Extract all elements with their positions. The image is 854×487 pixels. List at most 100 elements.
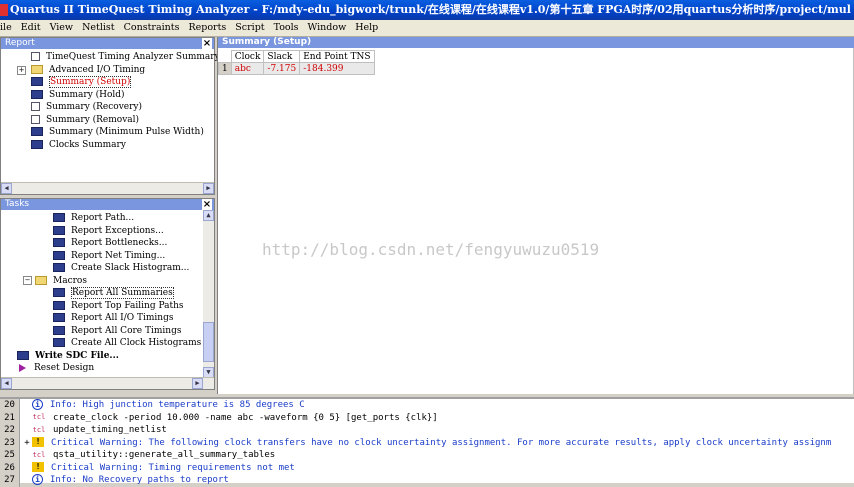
message-row[interactable]: 20 i Info: High junction temperature is 85… [0,399,854,412]
message-number: 26 [0,461,20,474]
message-text: qsta_utility::generate_all_summary_table… [53,450,276,460]
column-header[interactable]: Slack [263,50,301,63]
message-text: Info: High junction temperature is 85 de… [50,400,305,410]
task-item[interactable]: − Macros [23,275,87,287]
message-row[interactable]: 22 tcl update_timing_netlist [0,424,854,437]
row-number: 1 [218,62,232,75]
message-row[interactable]: 26! Critical Warning: Timing requirements… [0,461,854,474]
task-label: Report All I/O Timings [71,313,174,323]
row-number-header [219,51,232,63]
report-tree-item[interactable]: + Advanced I/O Timing [17,64,146,76]
menu-item-help[interactable]: Help [355,22,378,33]
message-row[interactable]: 23 +! Critical Warning: The following cloc… [0,436,854,450]
summary-title: Summary (Setup) [222,37,312,47]
report-tree-label: Advanced I/O Timing [49,64,146,75]
task-icon [53,338,65,347]
report-tree-item[interactable]: Summary (Removal) [19,114,139,126]
scroll-thumb[interactable] [203,322,214,362]
table-row[interactable]: 1 abc -7.175 -184.399 [218,62,375,75]
menu-item-tools[interactable]: Tools [274,22,299,33]
clock-cell[interactable]: abc [230,62,265,75]
report-tree-item[interactable]: Summary (Minimum Pulse Width) [19,126,204,138]
menu-item-view[interactable]: View [50,22,74,33]
task-item[interactable]: Report Top Failing Paths [53,300,184,312]
folder-icon [31,64,43,74]
expand-icon[interactable]: + [22,437,32,450]
task-label: Report All Core Timings [71,325,182,336]
task-item[interactable]: Report All Summaries [53,287,174,299]
scroll-left-icon[interactable]: ◀ [1,378,12,389]
report-tree-label: Summary (Recovery) [46,102,143,112]
window-title: Quartus II TimeQuest Timing Analyzer - F… [10,3,854,16]
report-tree-label: Summary (Hold) [49,89,125,100]
task-label: Report All Summaries [71,287,174,299]
info-icon: i [32,399,43,410]
task-label: Report Bottlenecks... [71,238,168,248]
column-header[interactable]: End Point TNS [299,50,375,63]
task-item[interactable]: Report Path... [53,212,134,224]
menu-item-window[interactable]: Window [308,22,347,33]
slack-cell[interactable]: -7.175 [263,62,301,75]
tasks-vertical-scrollbar[interactable]: ▲ ▼ [203,210,214,378]
report-tree-label: Clocks Summary [49,139,126,150]
message-number: 27 [0,474,20,487]
close-icon[interactable]: × [202,38,212,49]
table-header-row: Clock Slack End Point TNS [219,50,375,63]
tasks-tree: Report Path... Report Exceptions... Report… [1,210,214,378]
task-item[interactable]: Reset Design [17,362,94,374]
doc-icon [31,102,40,111]
collapse-icon[interactable]: − [23,275,32,285]
grid-icon [31,127,43,136]
message-text: Critical Warning: The following clock tr… [51,437,832,448]
close-icon[interactable]: × [202,199,212,210]
task-label: Reset Design [34,363,95,373]
report-tree-item[interactable]: Summary (Setup) [19,76,132,88]
task-item[interactable]: Report All Core Timings [53,325,181,337]
message-row[interactable]: 25 tcl qsta_utility::generate_all_summary_… [0,449,854,462]
menu-item-reports[interactable]: Reports [188,22,226,33]
report-tree-item[interactable]: Clocks Summary [19,139,126,151]
message-number: 22 [0,424,20,437]
expand-icon[interactable]: + [17,65,26,75]
task-item[interactable]: Report Bottlenecks... [53,237,167,249]
report-panel-title: Report [5,38,35,48]
report-view: Summary (Setup) Clock Slack End Point TN… [217,37,854,394]
menu-item-edit[interactable]: Edit [21,22,41,33]
report-tree-item[interactable]: Summary (Recovery) [19,101,142,113]
task-item[interactable]: Create Slack Histogram... [53,262,189,274]
folder-icon [35,275,47,285]
scroll-left-icon[interactable]: ◀ [1,183,12,194]
scroll-up-icon[interactable]: ▲ [203,210,214,221]
report-view-header: Summary (Setup) [218,37,854,48]
message-row[interactable]: 27 i Info: No Recovery paths to report [0,474,854,487]
report-tree-item[interactable]: Summary (Hold) [19,89,125,101]
task-item[interactable]: Report Exceptions... [53,225,164,237]
report-tree-label: TimeQuest Timing Analyzer Summary [46,52,220,62]
task-icon [53,313,65,322]
menu-item-netlist[interactable]: Netlist [82,22,115,33]
menu-item-ile[interactable]: ile [0,22,12,33]
report-horizontal-scrollbar[interactable]: ◀ ▶ [1,182,214,194]
report-tree-item[interactable]: TimeQuest Timing Analyzer Summary [19,51,220,63]
doc-icon [31,114,40,124]
message-text: Info: No Recovery paths to report [50,475,229,485]
task-item[interactable]: Write SDC File... [17,350,119,362]
message-row[interactable]: 21 tcl create_clock -period 10.000 -name a… [0,411,854,424]
report-tree-label: Summary (Minimum Pulse Width) [49,127,204,137]
column-header[interactable]: Clock [230,50,265,63]
task-icon [53,325,65,335]
tns-cell[interactable]: -184.399 [299,62,375,75]
grid-icon [31,89,43,99]
task-label: Report Exceptions... [71,225,164,236]
task-item[interactable]: Create All Clock Histograms [53,337,201,349]
report-panel-header: Report × [1,38,214,49]
summary-table: Clock Slack End Point TNS 1 abc -7.175 -… [218,50,375,75]
tasks-horizontal-scrollbar[interactable]: ◀ ▶ [1,377,214,389]
task-item[interactable]: Report All I/O Timings [53,312,173,324]
report-tree: TimeQuest Timing Analyzer Summary + Advanc… [1,49,220,182]
task-item[interactable]: Report Net Timing... [53,250,165,262]
scroll-right-icon[interactable]: ▶ [203,183,214,194]
menu-item-constraints[interactable]: Constraints [124,22,180,33]
menu-item-script[interactable]: Script [235,22,264,33]
scroll-right-icon[interactable]: ▶ [192,378,203,389]
